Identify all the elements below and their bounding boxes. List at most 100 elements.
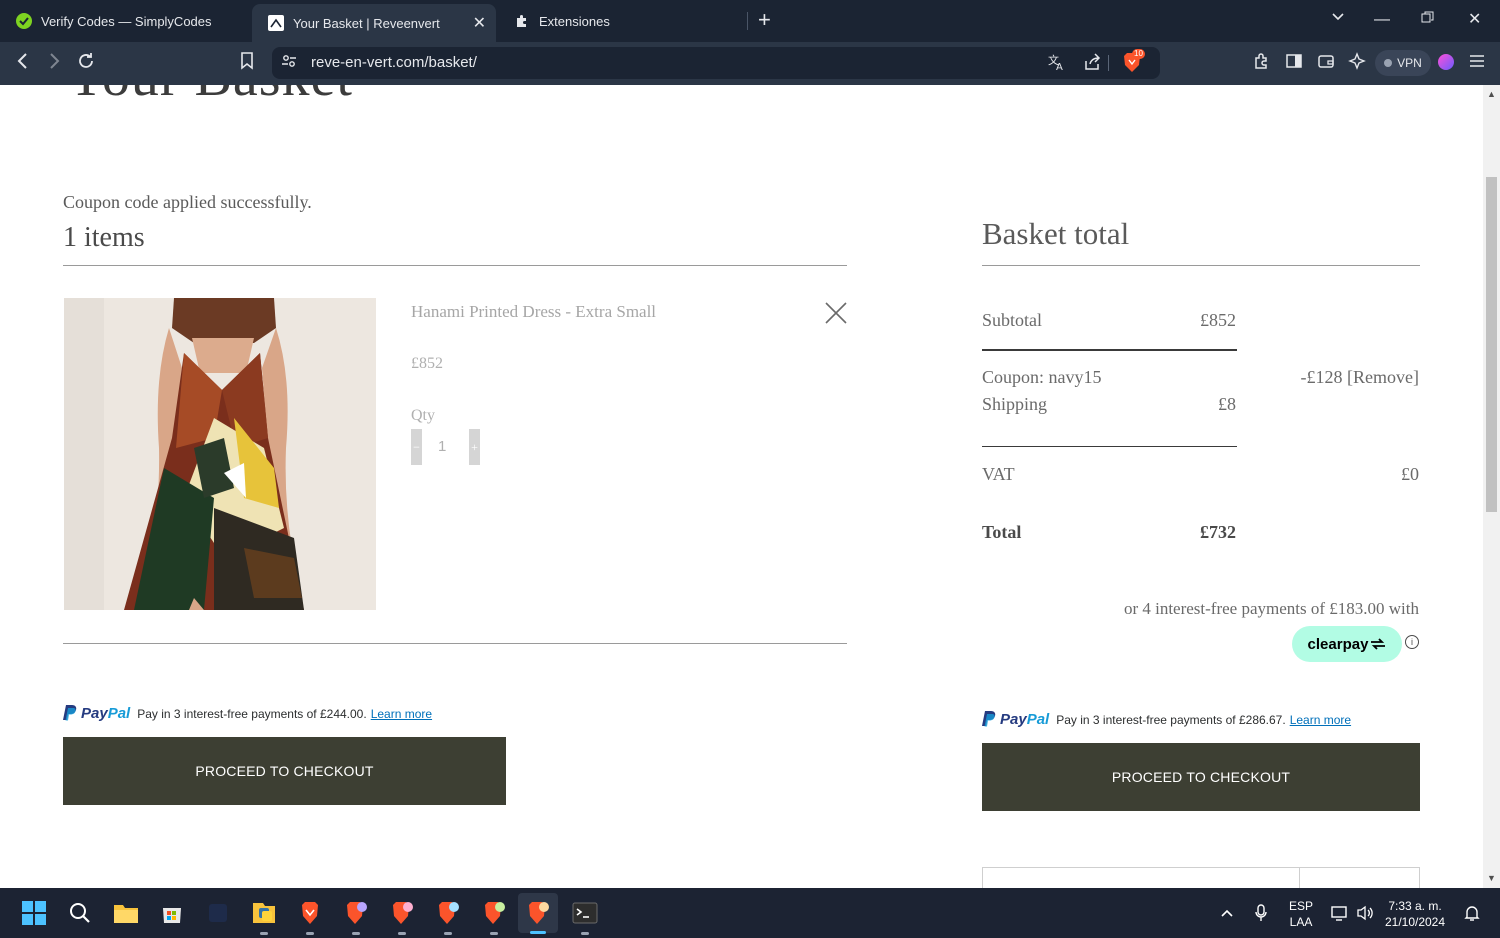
- tab-separator: [747, 12, 748, 30]
- brave-profile-active-icon[interactable]: [518, 893, 558, 934]
- microsoft-store-icon[interactable]: [156, 897, 188, 929]
- brave-profile-icon[interactable]: [478, 897, 510, 935]
- brave-profile-icon[interactable]: [386, 897, 418, 935]
- tab-title: Your Basket | Reveenvert: [293, 15, 440, 31]
- page-scrollbar[interactable]: ▲ ▼: [1483, 85, 1500, 888]
- clock-date: 21/10/2024: [1384, 915, 1446, 929]
- browser-toolbar: reve-en-vert.com/basket/ 文A 10 VPN: [0, 42, 1500, 85]
- shipping-value: £8: [1218, 394, 1236, 414]
- tab-title: Verify Codes — SimplyCodes: [41, 13, 212, 29]
- network-icon[interactable]: [1331, 888, 1349, 938]
- summary-divider: [982, 265, 1420, 266]
- leo-ai-icon[interactable]: [1348, 52, 1366, 76]
- scroll-down-arrow-icon[interactable]: ▼: [1487, 873, 1496, 883]
- search-icon[interactable]: [64, 897, 96, 929]
- items-divider: [63, 265, 847, 266]
- python-app-icon[interactable]: [248, 897, 280, 935]
- shipping-estimate-box[interactable]: [982, 867, 1420, 888]
- paypal-installment-text: Pay in 3 interest-free payments of £286.…: [1056, 712, 1286, 727]
- share-icon[interactable]: [1083, 53, 1101, 76]
- volume-icon[interactable]: [1356, 888, 1374, 938]
- bookmark-icon[interactable]: [240, 52, 254, 75]
- running-indicator: [444, 932, 452, 935]
- paypal-word-pal: Pal: [107, 705, 131, 722]
- address-bar[interactable]: reve-en-vert.com/basket/ 文A 10: [272, 47, 1160, 79]
- paypal-installment-text: Pay in 3 interest-free payments of £244.…: [137, 706, 367, 721]
- qty-value[interactable]: 1: [438, 438, 446, 455]
- back-icon[interactable]: [16, 52, 30, 75]
- site-settings-icon[interactable]: [281, 53, 297, 74]
- tab-search-chevron-icon[interactable]: [1331, 8, 1345, 32]
- tab-extensiones[interactable]: Extensiones: [498, 0, 746, 42]
- product-image[interactable]: [64, 298, 376, 610]
- running-indicator: [490, 932, 498, 935]
- tab-your-basket[interactable]: Your Basket | Reveenvert ✕: [252, 4, 496, 42]
- new-tab-button[interactable]: +: [758, 8, 771, 32]
- close-tab-icon[interactable]: ✕: [473, 13, 486, 33]
- windows-start-icon[interactable]: [18, 897, 50, 929]
- paypal-logo: PayPal: [63, 705, 130, 722]
- microphone-icon[interactable]: [1254, 888, 1268, 938]
- paypal-message-right: PayPal Pay in 3 interest-free payments o…: [982, 711, 1351, 728]
- language-code: ESP: [1288, 899, 1313, 913]
- extensions-icon[interactable]: [1253, 52, 1271, 76]
- qty-decrease-button[interactable]: −: [411, 429, 422, 465]
- profile-avatar-icon[interactable]: [1437, 53, 1455, 77]
- proceed-to-checkout-button-summary[interactable]: PROCEED TO CHECKOUT: [982, 743, 1420, 811]
- items-count: 1 items: [63, 222, 145, 253]
- paypal-word-pay: Pay: [1000, 711, 1027, 728]
- tab-simplycodes[interactable]: Verify Codes — SimplyCodes: [0, 0, 248, 42]
- menu-icon[interactable]: [1468, 52, 1486, 76]
- terminal-icon[interactable]: [569, 897, 601, 935]
- running-indicator: [581, 932, 589, 935]
- url-text: reve-en-vert.com/basket/: [311, 54, 477, 71]
- simplycodes-favicon-icon: [16, 13, 32, 29]
- qty-increase-button[interactable]: +: [469, 429, 480, 465]
- sidebar-icon[interactable]: [1285, 52, 1303, 76]
- wallet-icon[interactable]: [1317, 52, 1335, 76]
- box-divider: [1299, 868, 1300, 888]
- minimize-window-icon[interactable]: —: [1374, 8, 1390, 32]
- forward-icon[interactable]: [47, 52, 61, 75]
- close-window-icon[interactable]: ✕: [1468, 8, 1481, 32]
- language-indicator[interactable]: ESP LAA: [1284, 898, 1318, 930]
- subtotal-divider: [982, 349, 1237, 351]
- brave-shields-icon[interactable]: 10: [1120, 49, 1145, 75]
- taskbar-clock[interactable]: 7:33 a. m. 21/10/2024: [1384, 898, 1446, 930]
- shipping-divider: [982, 446, 1237, 447]
- scrollbar-thumb[interactable]: [1486, 177, 1497, 512]
- restore-window-icon[interactable]: [1421, 8, 1434, 32]
- reload-icon[interactable]: [77, 52, 95, 75]
- paypal-learn-more-link[interactable]: Learn more: [371, 707, 432, 721]
- remove-item-icon[interactable]: [824, 301, 848, 325]
- vat-value: £0: [1401, 464, 1419, 484]
- basket-page: Your Basket Coupon code applied successf…: [0, 85, 1483, 888]
- paypal-learn-more-link[interactable]: Learn more: [1290, 713, 1351, 727]
- brave-profile-icon[interactable]: [340, 897, 372, 935]
- total-label: Total: [982, 522, 1022, 542]
- proceed-to-checkout-button[interactable]: PROCEED TO CHECKOUT: [63, 737, 506, 805]
- paypal-word-pay: Pay: [81, 705, 108, 722]
- app-icon[interactable]: [202, 897, 234, 929]
- clearpay-info-icon[interactable]: i: [1405, 635, 1419, 649]
- translate-icon[interactable]: 文A: [1048, 53, 1066, 76]
- paypal-word-pal: Pal: [1026, 711, 1050, 728]
- clock-time: 7:33 a. m.: [1388, 899, 1442, 913]
- tab-title: Extensiones: [539, 13, 610, 29]
- product-name[interactable]: Hanami Printed Dress - Extra Small: [411, 302, 656, 322]
- basket-total-title: Basket total: [982, 216, 1130, 251]
- clearpay-badge[interactable]: clearpay: [1292, 626, 1402, 662]
- file-explorer-icon[interactable]: [110, 897, 142, 929]
- tab-strip: Verify Codes — SimplyCodes Your Basket |…: [0, 0, 1500, 42]
- coupon-label: Coupon: navy15: [982, 367, 1102, 387]
- show-hidden-icons-icon[interactable]: [1220, 888, 1234, 938]
- scroll-up-arrow-icon[interactable]: ▲: [1487, 89, 1496, 99]
- notifications-icon[interactable]: [1464, 888, 1480, 938]
- clearpay-arrows-icon: [1371, 638, 1386, 650]
- clearpay-logo: clearpay: [1307, 635, 1369, 653]
- coupon-remove-link[interactable]: -£128 [Remove]: [1301, 367, 1419, 388]
- brave-browser-icon[interactable]: [294, 897, 326, 935]
- vpn-button[interactable]: VPN: [1375, 50, 1431, 76]
- item-bottom-divider: [63, 643, 847, 644]
- brave-profile-icon[interactable]: [432, 897, 464, 935]
